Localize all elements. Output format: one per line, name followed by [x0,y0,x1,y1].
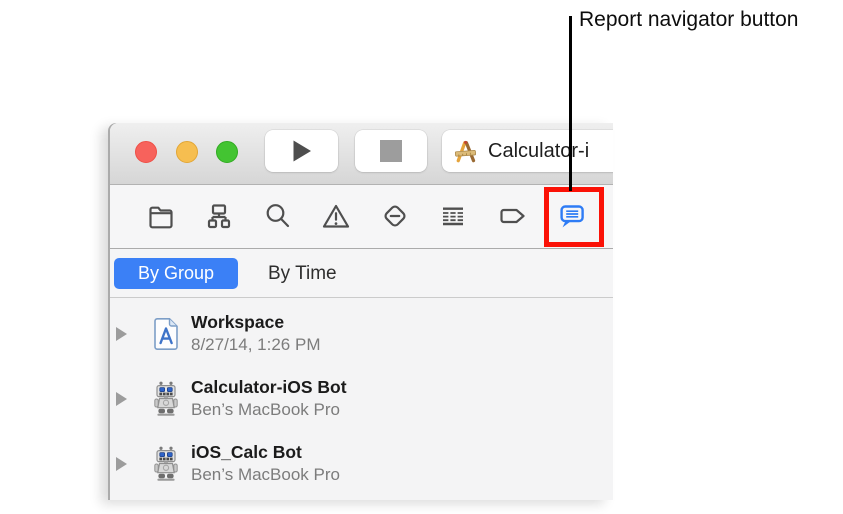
debug-navigator-button[interactable] [437,200,469,232]
zoom-button[interactable] [216,141,238,163]
bot-icon [148,446,184,482]
scheme-name: Calculator-i [488,139,590,162]
disclosure-triangle-icon[interactable] [116,391,127,406]
stop-icon [380,140,402,162]
report-list: Workspace 8/27/14, 1:26 PM Calculator-iO… [110,298,613,496]
report-row-bot[interactable]: Calculator-iOS Bot Ben’s MacBook Pro [110,366,613,431]
hierarchy-icon [207,204,231,229]
issue-navigator-button[interactable] [320,200,352,232]
warning-triangle-icon [322,204,350,228]
by-time-tab[interactable]: By Time [260,258,345,289]
test-navigator-button[interactable] [379,200,411,232]
workspace-document-icon [148,317,184,351]
bot-icon [148,381,184,417]
report-row-title: Calculator-iOS Bot [191,377,347,397]
close-button[interactable] [135,141,157,163]
scheme-selector[interactable]: Calculator-i [442,130,613,172]
play-icon [292,139,312,163]
diamond-minus-icon [384,205,406,227]
callout-line [569,16,572,191]
symbol-navigator-button[interactable] [203,200,235,232]
window-titlebar: Calculator-i [110,123,613,185]
disclosure-triangle-icon[interactable] [116,456,127,471]
report-row-subtitle: Ben’s MacBook Pro [191,400,340,419]
breakpoint-navigator-button[interactable] [496,200,528,232]
minimize-button[interactable] [176,141,198,163]
report-row-workspace[interactable]: Workspace 8/27/14, 1:26 PM [110,301,613,366]
callout-label: Report navigator button [579,8,799,31]
xcode-project-icon [452,138,479,165]
navigator-bar [110,185,613,249]
disclosure-triangle-icon[interactable] [116,326,127,341]
documentation-figure: Report navigator button Calculator-i By … [0,0,843,514]
by-group-tab[interactable]: By Group [114,258,238,289]
report-row-subtitle: 8/27/14, 1:26 PM [191,335,321,354]
report-navigator-highlight-box [544,187,604,247]
filter-bar: By Group By Time [110,249,613,298]
thread-list-icon [443,207,463,226]
report-row-subtitle: Ben’s MacBook Pro [191,465,340,484]
report-row-title: Workspace [191,312,285,332]
run-button[interactable] [265,130,338,172]
folder-icon [149,206,173,229]
breakpoint-tag-icon [500,208,525,224]
find-navigator-button[interactable] [262,200,294,232]
search-icon [266,204,290,228]
report-row-title: iOS_Calc Bot [191,442,302,462]
project-navigator-button[interactable] [145,200,177,232]
stop-button[interactable] [355,130,427,172]
report-row-bot[interactable]: iOS_Calc Bot Ben’s MacBook Pro [110,431,613,496]
xcode-window: Calculator-i By Group By Time Workspace … [110,123,613,500]
